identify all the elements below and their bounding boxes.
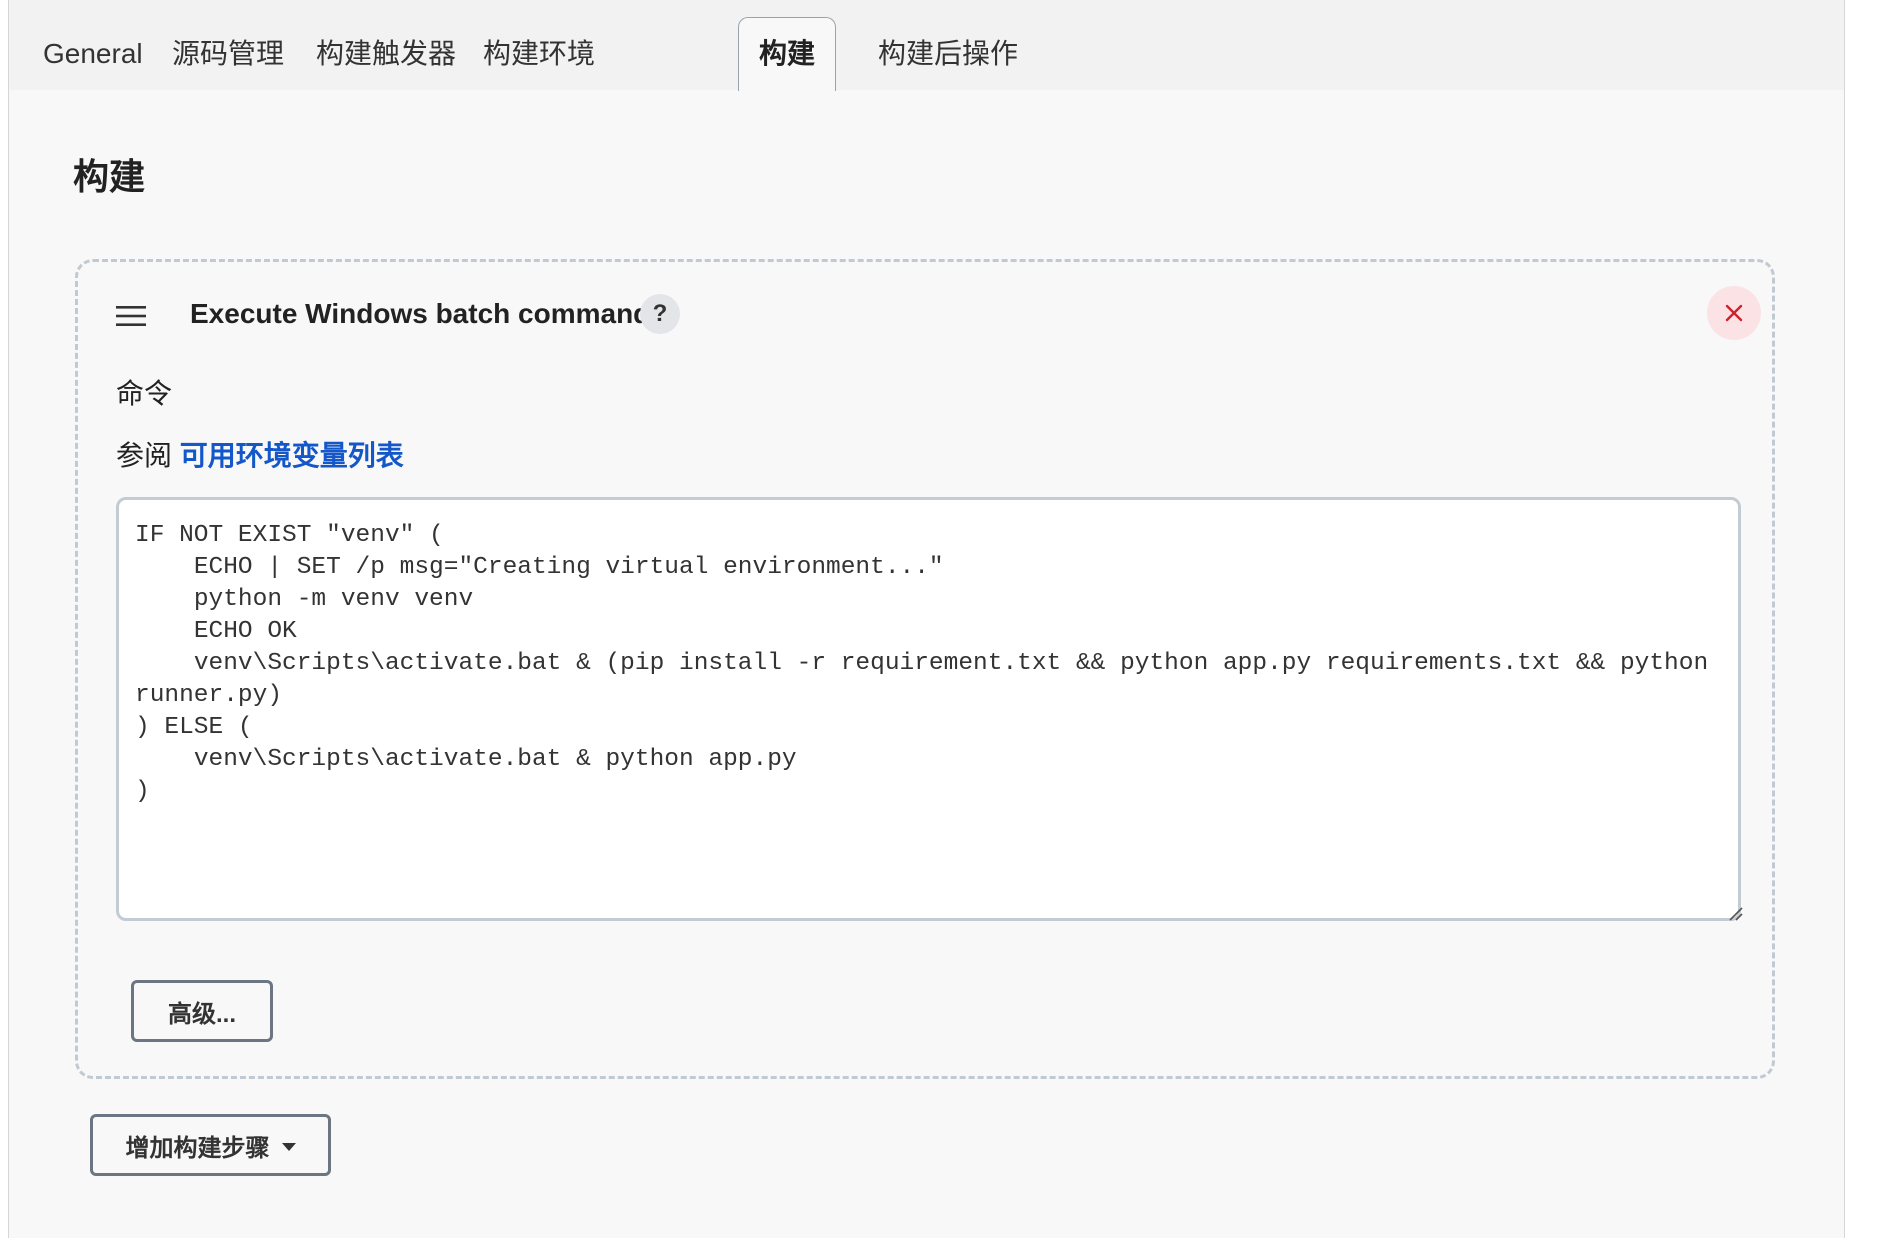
tab-general[interactable]: General — [43, 18, 143, 90]
command-textarea[interactable]: IF NOT EXIST "venv" ( ECHO | SET /p msg=… — [116, 497, 1741, 921]
tab-post-build-actions[interactable]: 构建后操作 — [878, 18, 1018, 90]
config-page: General 源码管理 构建触发器 构建环境 构建 构建后操作 构建 Exec… — [8, 0, 1845, 1238]
advanced-button[interactable]: 高级... — [131, 980, 273, 1042]
section-title: 构建 — [73, 156, 146, 197]
config-tab-bar: General 源码管理 构建触发器 构建环境 构建 构建后操作 — [9, 0, 1844, 91]
env-vars-link[interactable]: 可用环境变量列表 — [180, 440, 404, 471]
close-icon — [1725, 304, 1743, 322]
env-vars-prefix: 参阅 — [116, 440, 173, 471]
env-vars-line: 参阅 可用环境变量列表 — [116, 434, 404, 474]
tab-build-triggers[interactable]: 构建触发器 — [316, 18, 456, 90]
build-step-card: Execute Windows batch command ? 命令 参阅 可用… — [75, 259, 1775, 1079]
resize-handle-icon[interactable] — [1726, 904, 1744, 922]
command-label: 命令 — [116, 378, 173, 409]
tab-build-environment[interactable]: 构建环境 — [483, 18, 595, 90]
tab-build[interactable]: 构建 — [738, 17, 836, 91]
help-icon[interactable]: ? — [640, 294, 680, 334]
add-build-step-button[interactable]: 增加构建步骤 — [90, 1114, 331, 1176]
hamburger-icon[interactable] — [116, 306, 146, 326]
add-build-step-label: 增加构建步骤 — [125, 1134, 270, 1162]
caret-down-icon — [281, 1143, 296, 1152]
delete-step-button[interactable] — [1707, 286, 1761, 340]
build-step-title: Execute Windows batch command — [190, 298, 651, 329]
tab-source-control[interactable]: 源码管理 — [172, 18, 284, 90]
